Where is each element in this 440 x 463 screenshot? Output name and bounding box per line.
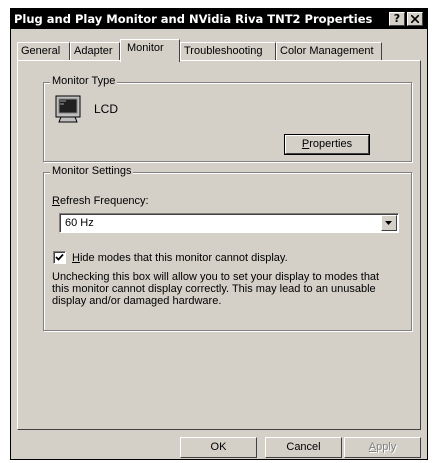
checkmark-icon [55,253,64,261]
apply-button-mnemonic: A [368,441,377,453]
refresh-label-mnemonic: R [52,195,60,207]
dropdown-button[interactable] [381,215,397,231]
warning-description: Unchecking this box will allow you to se… [52,271,380,307]
tab-color-management-label: Color Management [280,45,374,57]
hide-modes-label[interactable]: Hide modes that this monitor cannot disp… [72,252,288,264]
refresh-frequency-value: 60 Hz [65,217,94,229]
apply-button-label: pply [376,441,397,453]
monitor-settings-group: Monitor Settings Refresh Frequency: 60 H… [43,165,412,331]
hide-modes-text: ide modes that this monitor cannot displ… [79,252,288,264]
properties-button-label: roperties [309,138,353,150]
tab-monitor[interactable]: Monitor [120,39,180,62]
close-button[interactable] [407,12,423,26]
tab-monitor-label: Monitor [127,42,164,54]
apply-button[interactable]: Apply [344,437,421,458]
refresh-frequency-select[interactable]: 60 Hz [59,213,399,233]
close-icon [410,14,420,24]
monitor-tab-page: Monitor Type LCD Properties Monitor Sett… [17,60,421,430]
monitor-type-group: Monitor Type LCD Properties [43,75,412,162]
tab-general-label: General [21,45,61,57]
chevron-down-icon [385,221,392,225]
tab-adapter[interactable]: Adapter [70,42,120,61]
monitor-icon [55,95,81,123]
help-button[interactable]: ? [389,12,405,26]
ok-button[interactable]: OK [180,437,257,458]
cancel-button[interactable]: Cancel [265,437,342,458]
tab-general[interactable]: General [17,42,70,61]
properties-button[interactable]: Properties [284,134,370,155]
window-title: Plug and Play Monitor and NVidia Riva TN… [14,12,373,26]
refresh-label-text: efresh Frequency: [59,195,149,207]
hide-modes-mnemonic: H [72,252,80,264]
refresh-frequency-label: Refresh Frequency: [52,195,149,207]
tab-adapter-label: Adapter [74,45,113,57]
hide-modes-checkbox[interactable] [53,251,66,264]
monitor-name: LCD [94,102,119,116]
tab-troubleshooting-label: Troubleshooting [184,45,263,57]
monitor-settings-legend: Monitor Settings [50,165,134,177]
title-bar[interactable]: Plug and Play Monitor and NVidia Riva TN… [11,9,427,29]
properties-dialog: Plug and Play Monitor and NVidia Riva TN… [10,8,428,460]
tab-troubleshooting[interactable]: Troubleshooting [180,42,276,61]
monitor-type-legend: Monitor Type [50,75,118,87]
tab-color-management[interactable]: Color Management [276,42,382,61]
